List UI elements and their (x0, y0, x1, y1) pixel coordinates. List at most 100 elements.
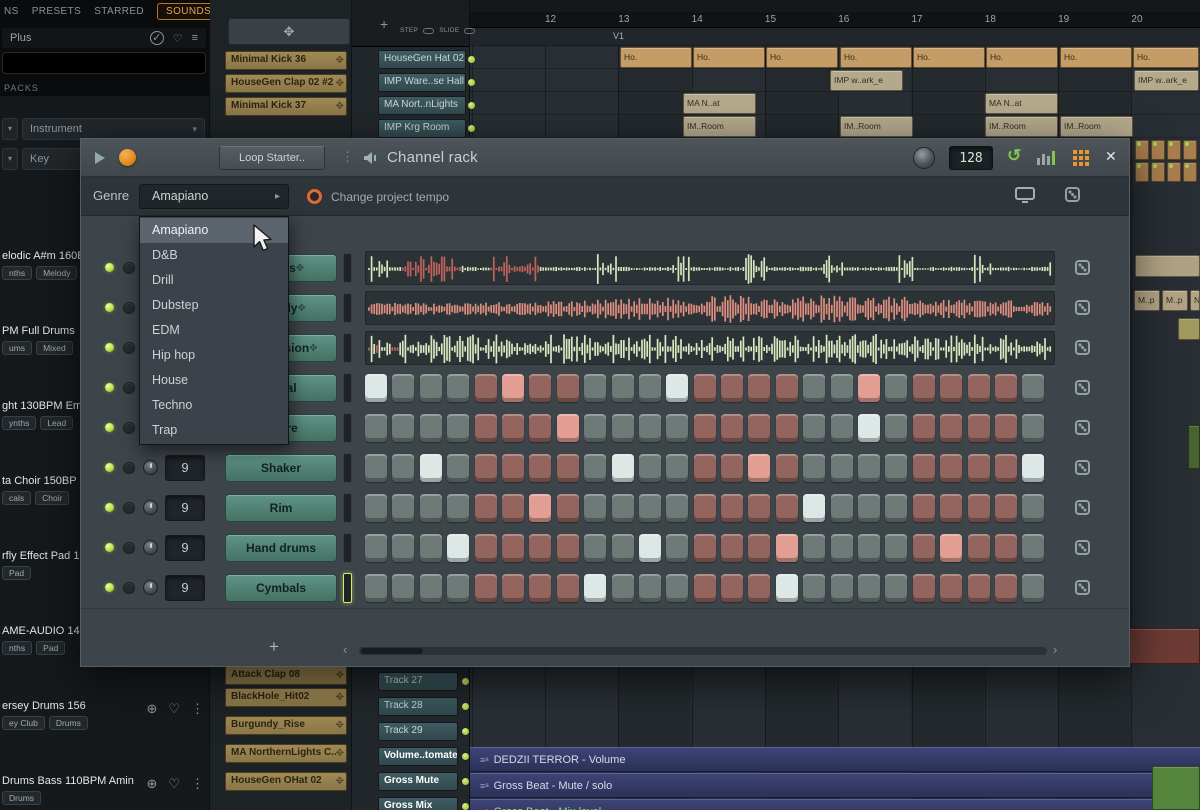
step-cell[interactable] (475, 414, 497, 442)
step-cell[interactable] (529, 494, 551, 522)
track-led[interactable] (462, 803, 469, 810)
step-cell[interactable] (502, 374, 524, 402)
pattern-clip[interactable]: Ho. (1060, 47, 1132, 68)
step-cell[interactable] (557, 374, 579, 402)
step-cell[interactable] (694, 454, 716, 482)
step-cell[interactable] (639, 374, 661, 402)
step-cell[interactable] (694, 574, 716, 602)
step-cell[interactable] (666, 374, 688, 402)
step-cell[interactable] (584, 534, 606, 562)
step-cell[interactable] (639, 534, 661, 562)
channel-button[interactable]: HouseGen OHat 02✥ (225, 772, 347, 791)
step-cell[interactable] (612, 374, 634, 402)
step-cell[interactable] (748, 494, 770, 522)
step-cell[interactable] (1022, 494, 1044, 522)
step-cell[interactable] (995, 534, 1017, 562)
waveform-display[interactable] (365, 251, 1055, 285)
step-cell[interactable] (694, 534, 716, 562)
step-cell[interactable] (475, 374, 497, 402)
pattern-clip[interactable]: IMP w..ark_e (830, 70, 903, 91)
step-cell[interactable] (940, 534, 962, 562)
step-cell[interactable] (858, 494, 880, 522)
automation-clip-row[interactable]: ≡ᵃGross Beat - Mute / solo (470, 773, 1200, 798)
step-cell[interactable] (885, 574, 907, 602)
genre-option[interactable]: Techno (140, 393, 288, 418)
mute-button[interactable] (123, 382, 135, 394)
step-cell[interactable] (721, 374, 743, 402)
step-cell[interactable] (694, 414, 716, 442)
step-cell[interactable] (392, 374, 414, 402)
track-led[interactable] (468, 125, 475, 132)
step-cell[interactable] (776, 454, 798, 482)
genre-option[interactable]: Hip hop (140, 343, 288, 368)
pattern-clip[interactable]: N (1190, 290, 1200, 311)
pattern-clip[interactable]: M..p (1134, 290, 1160, 311)
track-button[interactable]: MA Nort..nLights (378, 96, 466, 115)
step-cell[interactable] (420, 414, 442, 442)
filter-select[interactable]: Instrument▾ (22, 118, 205, 140)
browser-tab-ns[interactable]: NS (4, 6, 19, 17)
channel-name-button[interactable]: Shaker (225, 454, 337, 482)
pattern-clip[interactable]: IM..Room (840, 116, 913, 137)
step-cell[interactable] (612, 574, 634, 602)
step-cell[interactable] (940, 374, 962, 402)
step-cell[interactable] (803, 374, 825, 402)
step-cell[interactable] (502, 454, 524, 482)
step-cell[interactable] (968, 454, 990, 482)
step-cell[interactable] (529, 414, 551, 442)
channel-name-button[interactable]: Rim (225, 494, 337, 522)
dice-icon[interactable] (1075, 500, 1090, 515)
dice-icon[interactable] (1075, 300, 1090, 315)
chevron-down-icon[interactable]: ▾ (2, 118, 18, 140)
add-icon[interactable]: + (380, 16, 388, 32)
track-led[interactable] (468, 79, 475, 86)
track-led[interactable] (468, 102, 475, 109)
pattern-clip[interactable]: Ho. (693, 47, 765, 68)
step-cell[interactable] (557, 574, 579, 602)
step-cell[interactable] (639, 414, 661, 442)
step-cell[interactable] (995, 494, 1017, 522)
track-led[interactable] (462, 753, 469, 760)
step-cell[interactable] (940, 454, 962, 482)
pattern-clip[interactable]: IM..Room (683, 116, 756, 137)
channel-button[interactable]: Minimal Kick 36✥ (225, 51, 347, 70)
step-cell[interactable] (475, 534, 497, 562)
step-cell[interactable] (748, 414, 770, 442)
channel-led[interactable] (105, 343, 114, 352)
channel-led[interactable] (105, 303, 114, 312)
pattern-clip[interactable]: Ho. (766, 47, 838, 68)
browser-list-item[interactable]: ersey Drums 156ey ClubDrums⊕♡⋮ (2, 700, 208, 740)
step-cell[interactable] (995, 414, 1017, 442)
step-cell[interactable] (995, 574, 1017, 602)
dice-icon[interactable] (1075, 420, 1090, 435)
step-cell[interactable] (940, 414, 962, 442)
step-cell[interactable] (858, 454, 880, 482)
track-button[interactable]: Gross Mute (378, 772, 458, 791)
step-cell[interactable] (584, 414, 606, 442)
step-cell[interactable] (776, 574, 798, 602)
chevron-down-icon[interactable]: ▾ (2, 148, 18, 170)
track-button[interactable]: Track 27 (378, 672, 458, 691)
step-cell[interactable] (557, 534, 579, 562)
dice-icon[interactable] (1075, 580, 1090, 595)
step-cell[interactable] (420, 494, 442, 522)
step-cell[interactable] (968, 414, 990, 442)
pattern-clip[interactable]: MA N..at (985, 93, 1058, 114)
genre-option[interactable]: Dubstep (140, 293, 288, 318)
step-cell[interactable] (447, 414, 469, 442)
genre-option[interactable]: Trap (140, 418, 288, 443)
waveform-display[interactable] (365, 331, 1055, 365)
mute-button[interactable] (123, 302, 135, 314)
channel-led[interactable] (105, 503, 114, 512)
channel-name-button[interactable]: Hand drums (225, 534, 337, 562)
step-cell[interactable] (557, 454, 579, 482)
pattern-clip[interactable]: IM..Room (985, 116, 1058, 137)
more-options-icon[interactable]: ⋮ (191, 776, 204, 792)
step-cell[interactable] (831, 454, 853, 482)
channel-button[interactable]: MA NorthernLights C..✥ (225, 744, 347, 763)
step-cell[interactable] (612, 494, 634, 522)
pattern-clip[interactable]: IMP w..ark_e (1134, 70, 1199, 91)
dice-icon[interactable] (1075, 460, 1090, 475)
step-cell[interactable] (913, 494, 935, 522)
playlist-marker[interactable]: V1 (613, 31, 624, 41)
